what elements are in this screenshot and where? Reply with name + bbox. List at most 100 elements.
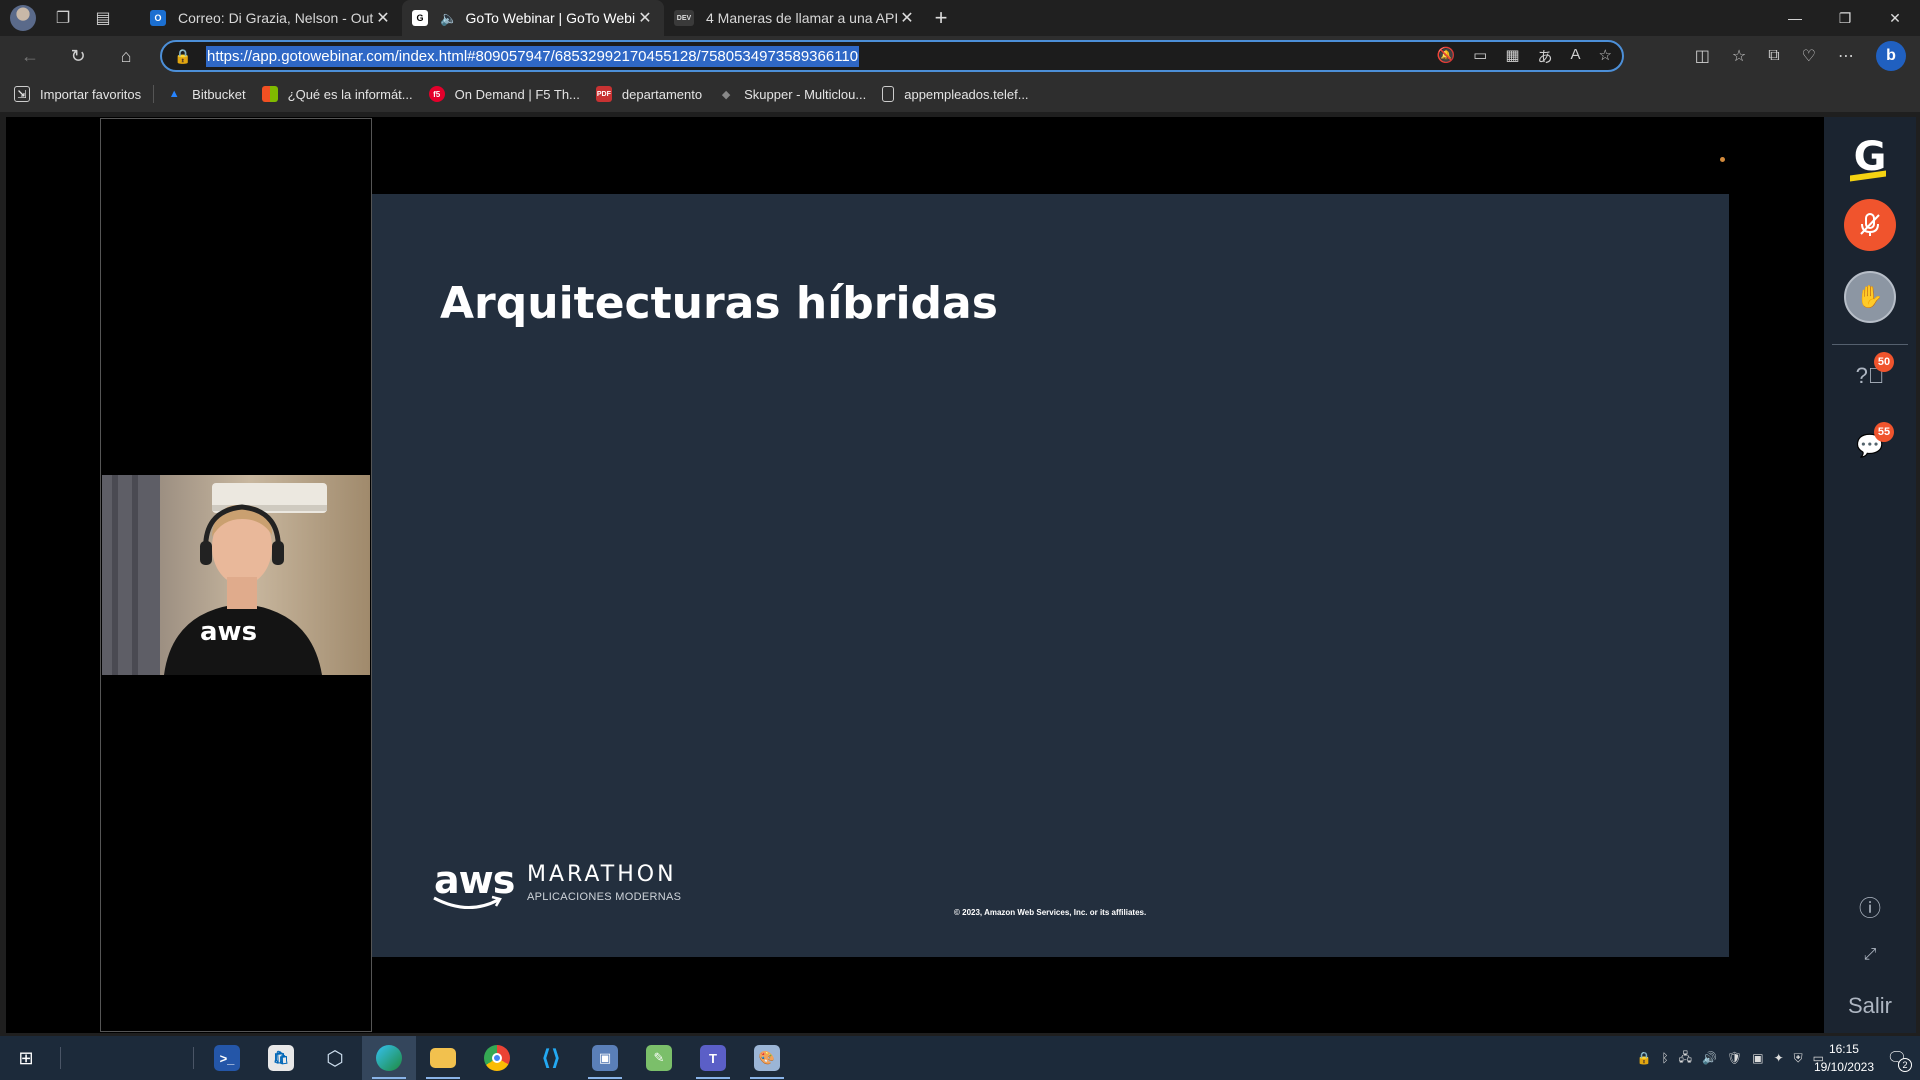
split-screen-icon[interactable]: ◫ [1695, 46, 1710, 66]
minimize-icon[interactable]: — [1770, 0, 1820, 36]
bookmark-label: Importar favoritos [40, 86, 142, 102]
vertical-tabs-icon[interactable]: ▤ [90, 5, 116, 31]
cast-icon[interactable]: ▭ [1473, 46, 1487, 67]
raise-hand-button[interactable]: ✋ [1844, 271, 1896, 323]
refresh-icon[interactable]: ↻ [54, 36, 102, 76]
screen-icon[interactable]: ▣ [1752, 1051, 1763, 1065]
tab-outlook[interactable]: O Correo: Di Grazia, Nelson - Outlo ✕ [140, 0, 402, 36]
browser-essentials-icon[interactable]: ♡ [1802, 46, 1816, 66]
apps-icon[interactable]: ▦ [1505, 46, 1519, 67]
url-text[interactable]: https://app.gotowebinar.com/index.html#8… [206, 45, 860, 67]
taskbar-edge[interactable] [362, 1036, 416, 1080]
lock-icon[interactable]: 🔒 [174, 48, 206, 65]
bookmark-label: appempleados.telef... [904, 86, 1029, 102]
close-icon[interactable]: ✕ [898, 8, 916, 28]
paint-icon: 🎨 [754, 1045, 780, 1071]
omnibox-icons: 🔕 ▭ ▦ あ A ☆ [1436, 46, 1612, 67]
event-subtitle: APLICACIONES MODERNAS [527, 891, 682, 903]
bing-copilot-icon[interactable]: b [1876, 41, 1906, 71]
clock-date: 19/10/2023 [1813, 1060, 1874, 1074]
bookmark-label: departamento [621, 86, 703, 102]
taskbar-notepad[interactable]: ✎ [632, 1036, 686, 1080]
page-icon [882, 86, 895, 102]
close-icon[interactable]: ✕ [636, 8, 654, 28]
webcam-column: aws [100, 118, 372, 1032]
defender-icon[interactable]: ⛨ [1794, 1051, 1803, 1066]
fullscreen-button[interactable]: ⤢ [1854, 939, 1886, 971]
vscode-icon: ⟨⟩ [540, 1045, 562, 1070]
system-tray: 🔒 ᛒ 🖧 🔊 🛡 ▣ ✦ ⛨ ▭ [1637, 1036, 1825, 1080]
taskbar-remote-desktop[interactable]: ▣ [578, 1036, 632, 1080]
taskbar-paint[interactable]: 🎨 [740, 1036, 794, 1080]
bookmark-label: Bitbucket [192, 86, 246, 102]
taskbar-powershell[interactable]: >_ [200, 1036, 254, 1080]
network-icon[interactable]: 🖧 [1679, 1048, 1692, 1069]
home-icon[interactable]: ⌂ [102, 36, 150, 76]
tab-title: Correo: Di Grazia, Nelson - Outlo [178, 10, 374, 26]
tab-gotowebinar[interactable]: G 🔈 GoTo Webinar | GoTo Webin ✕ [402, 0, 664, 36]
taskbar-file-explorer[interactable] [416, 1036, 470, 1080]
gotowebinar-icon: G [412, 10, 428, 26]
close-icon[interactable]: ✕ [374, 8, 392, 28]
favorites-icon[interactable]: ☆ [1732, 46, 1746, 66]
tab-dev[interactable]: DEV 4 Maneras de llamar a una API R ✕ [664, 0, 926, 36]
bitbucket-icon: ▲ [168, 88, 180, 100]
hand-icon: ✋ [1856, 284, 1884, 309]
teams-tray-icon[interactable]: ✦ [1774, 1051, 1784, 1065]
bookmark-skupper[interactable]: ◆ Skupper - Multiclou... [718, 86, 866, 102]
taskbar-vscode[interactable]: ⟨⟩ [524, 1036, 578, 1080]
slide-copyright: © 2023, Amazon Web Services, Inc. or its… [954, 908, 1147, 917]
fullscreen-icon: ⤢ [1863, 946, 1877, 963]
webinar-viewer: aws Arquitecturas híbridas aws MARATHON … [6, 117, 1824, 1033]
webinar-control-panel: G ✋ ?⃝ 50 💬 55 ⓘ ⤢ Salir [1824, 117, 1916, 1033]
bookmark-appempleados[interactable]: appempleados.telef... [882, 86, 1029, 102]
restore-icon[interactable]: ❐ [1820, 0, 1870, 36]
slide-title: Arquitecturas híbridas [440, 278, 998, 329]
vpn-icon[interactable]: 🔒 [1637, 1051, 1652, 1065]
taskbar-chrome[interactable] [470, 1036, 524, 1080]
profile-avatar[interactable] [10, 5, 36, 31]
more-menu-icon[interactable]: ⋯ [1838, 46, 1854, 66]
cube-icon: ⬡ [326, 1047, 344, 1070]
notification-center-button[interactable]: 2 🗨 [1884, 1046, 1912, 1072]
bookmark-departamento[interactable]: PDF departamento [595, 86, 703, 102]
chat-button[interactable]: 💬 55 [1854, 422, 1894, 462]
address-bar[interactable]: 🔒 https://app.gotowebinar.com/index.html… [160, 40, 1624, 72]
info-button[interactable]: ⓘ [1854, 891, 1886, 923]
presenter-webcam[interactable]: aws [102, 475, 370, 675]
powershell-icon: >_ [214, 1045, 240, 1071]
taskbar-teams[interactable]: T [686, 1036, 740, 1080]
new-tab-button[interactable]: + [926, 5, 956, 31]
bookmark-import[interactable]: ⇲ Importar favoritos [14, 86, 141, 102]
bookmark-f5[interactable]: f5 On Demand | F5 Th... [428, 86, 580, 102]
bookmark-bitbucket[interactable]: ▲ Bitbucket [166, 86, 246, 102]
taskbar-store[interactable]: 🛍 [254, 1036, 308, 1080]
skupper-icon: ◆ [721, 88, 731, 101]
notifications-blocked-icon[interactable]: 🔕 [1436, 46, 1455, 67]
toolbar-right-icons: ◫ ☆ ⧉ ♡ ⋯ b [1695, 36, 1920, 76]
volume-icon[interactable]: 🔊 [1702, 1051, 1717, 1065]
read-aloud-icon[interactable]: A [1571, 46, 1581, 67]
browser-tab-bar: ❐ ▤ O Correo: Di Grazia, Nelson - Outlo … [0, 0, 1920, 36]
info-icon: ⓘ [1858, 896, 1881, 921]
bluetooth-icon[interactable]: ᛒ [1661, 1051, 1668, 1065]
exit-button[interactable]: Salir [1824, 993, 1916, 1019]
favorite-star-icon[interactable]: ☆ [1599, 46, 1612, 67]
windows-start-icon[interactable]: ⊞ [0, 1036, 52, 1080]
speaker-icon[interactable]: 🔈 [440, 10, 457, 27]
system-clock[interactable]: 16:15 19/10/2023 [1814, 1040, 1874, 1076]
dev-icon: DEV [674, 10, 694, 26]
collections-icon[interactable]: ⧉ [1768, 47, 1779, 65]
import-icon: ⇲ [14, 86, 30, 102]
questions-button[interactable]: ?⃝ 50 [1854, 352, 1894, 392]
back-icon[interactable]: ← [6, 36, 54, 76]
security-icon[interactable]: 🛡 [1727, 1051, 1742, 1065]
address-toolbar: ← ↻ ⌂ 🔒 https://app.gotowebinar.com/inde… [0, 36, 1920, 76]
taskbar-virtualbox[interactable]: ⬡ [308, 1036, 362, 1080]
clock-time: 16:15 [1828, 1042, 1859, 1056]
microphone-muted-button[interactable] [1844, 199, 1896, 251]
workspaces-icon[interactable]: ❐ [50, 5, 76, 31]
translate-icon[interactable]: あ [1538, 46, 1553, 67]
close-window-icon[interactable]: ✕ [1870, 0, 1920, 36]
bookmark-microsoft[interactable]: ¿Qué es la informát... [261, 86, 413, 102]
